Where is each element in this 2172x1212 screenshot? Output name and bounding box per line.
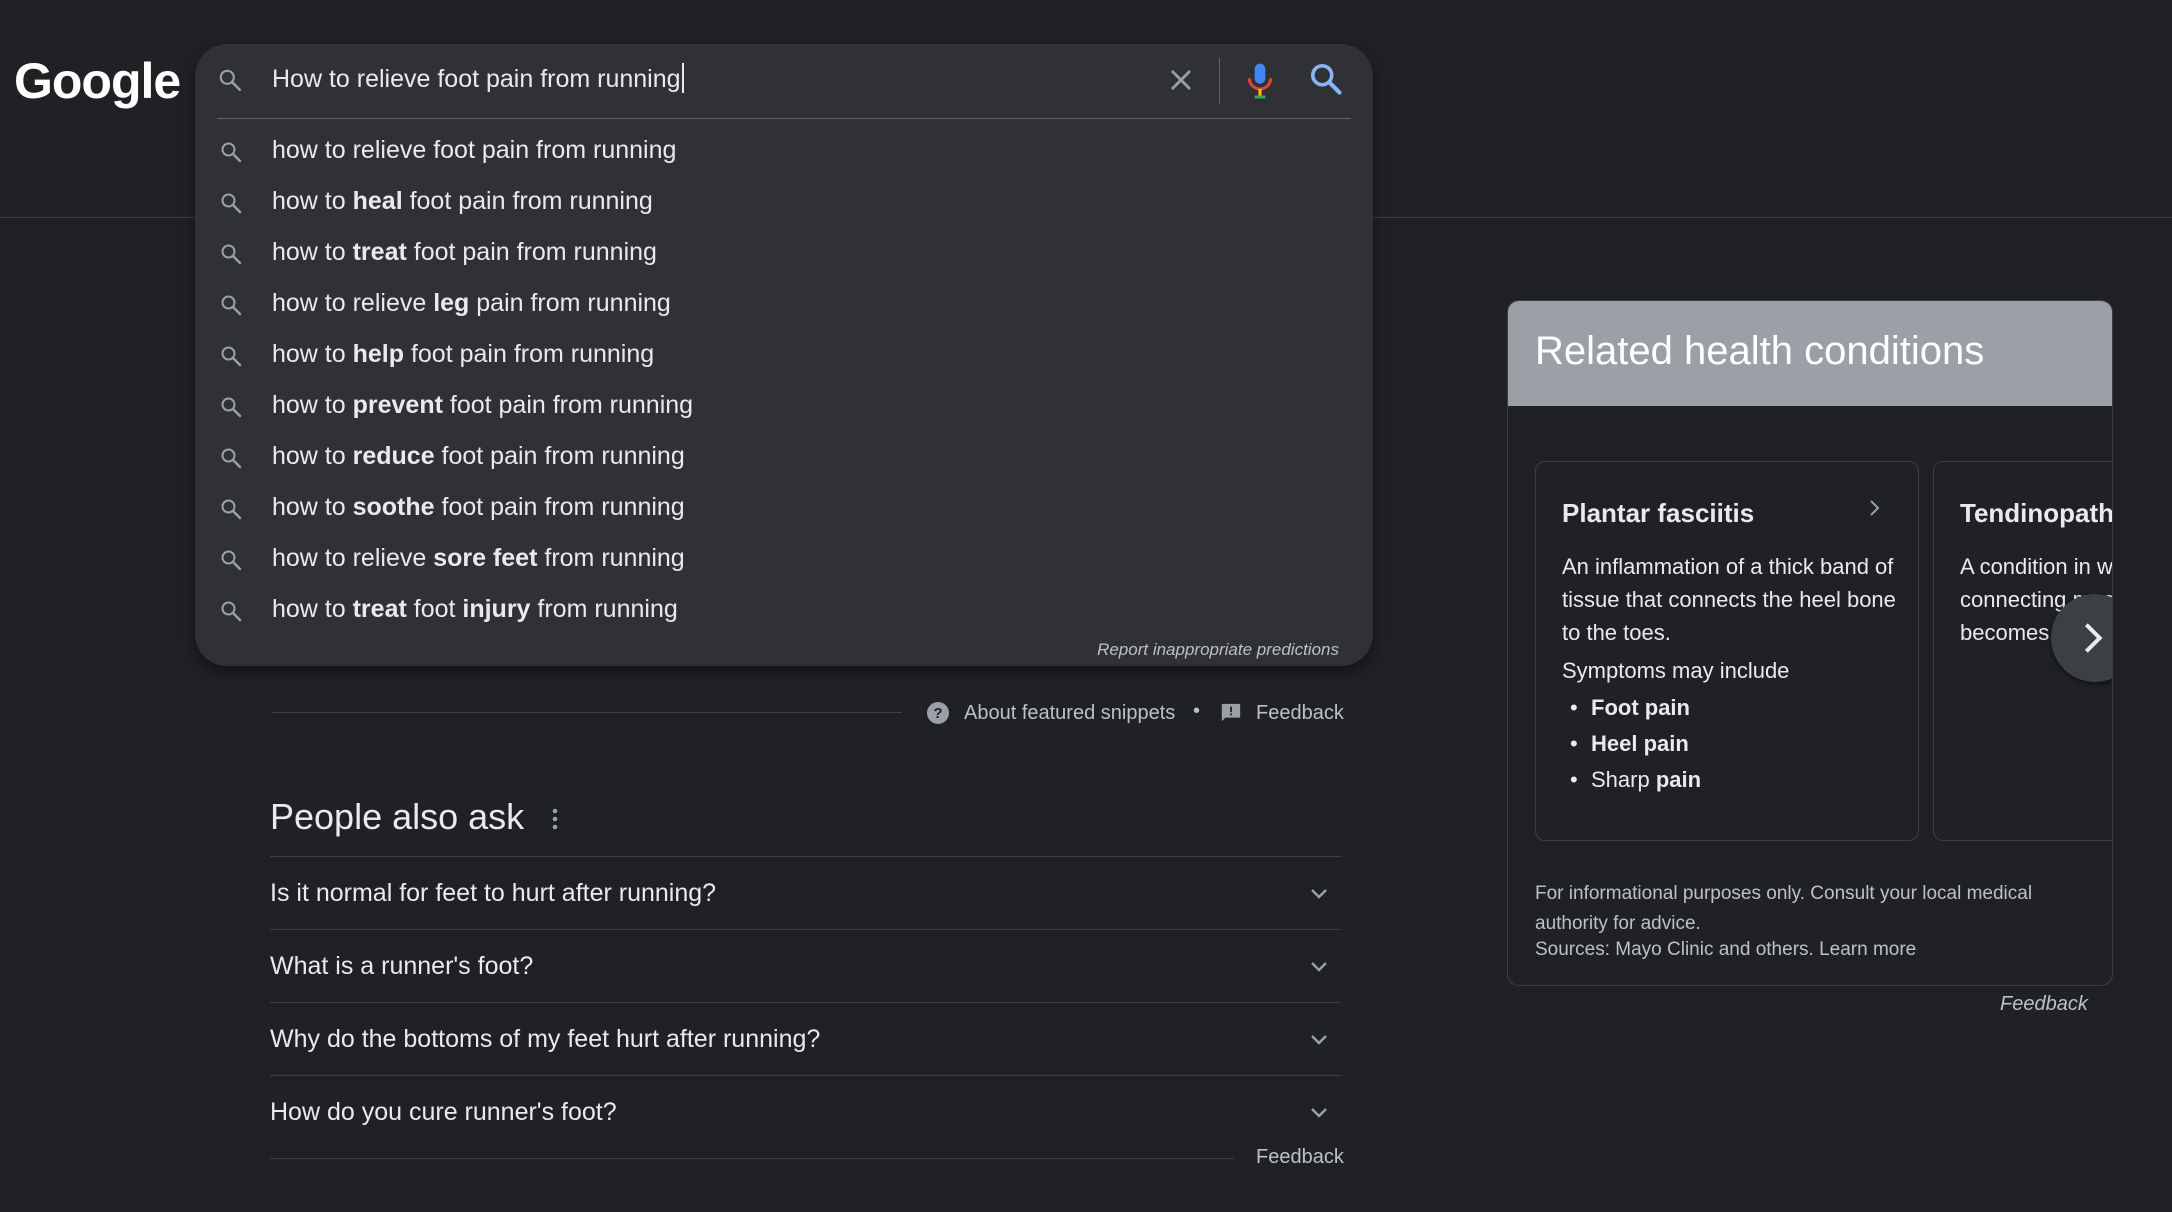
people-also-ask-list: Is it normal for feet to hurt after runn… bbox=[270, 856, 1341, 1148]
search-icon bbox=[1310, 63, 1342, 95]
suggestion-item[interactable]: how to relieve leg pain from running bbox=[195, 279, 1373, 330]
suggestion-item[interactable]: how to reduce foot pain from running bbox=[195, 432, 1373, 483]
people-also-ask-title: People also ask bbox=[270, 796, 525, 837]
search-icon bbox=[219, 191, 243, 220]
search-dropdown: How to relieve foot pain from running ho… bbox=[195, 44, 1373, 666]
microphone-icon bbox=[1247, 63, 1273, 99]
symptom-item: Foot pain bbox=[1562, 690, 1701, 726]
symptoms-label: Symptoms may include bbox=[1562, 658, 1790, 683]
suggestion-text: how to prevent foot pain from running bbox=[272, 391, 694, 419]
search-icon bbox=[219, 446, 243, 475]
suggestion-text: how to relieve leg pain from running bbox=[272, 289, 671, 317]
symptoms-list: Foot pain Heel pain Sharp pain bbox=[1562, 690, 1701, 798]
condition-name: Tendinopathy bbox=[1960, 498, 2113, 528]
suggestion-list: how to relieve foot pain from running ho… bbox=[195, 126, 1373, 636]
suggestion-item[interactable]: how to prevent foot pain from running bbox=[195, 381, 1373, 432]
search-box[interactable]: How to relieve foot pain from running bbox=[195, 44, 1373, 118]
snippet-feedback-button[interactable]: Feedback bbox=[1220, 699, 1344, 727]
chevron-down-icon bbox=[1307, 1100, 1331, 1129]
paa-question[interactable]: What is a runner's foot? bbox=[270, 929, 1341, 1002]
suggestion-item[interactable]: how to relieve foot pain from running bbox=[195, 126, 1373, 177]
search-query-text: How to relieve foot pain from running bbox=[272, 65, 681, 93]
search-box-separator bbox=[1219, 58, 1220, 104]
suggestion-text: how to relieve foot pain from running bbox=[272, 136, 677, 164]
suggestion-text: how to help foot pain from running bbox=[272, 340, 655, 368]
search-icon bbox=[219, 548, 243, 577]
related-health-conditions-panel: Related health conditions Plantar fascii… bbox=[1507, 300, 2113, 986]
search-icon bbox=[219, 497, 243, 526]
suggestion-item[interactable]: how to soothe foot pain from running bbox=[195, 483, 1373, 534]
paa-question-text: Is it normal for feet to hurt after runn… bbox=[270, 879, 717, 907]
search-icon bbox=[217, 67, 243, 98]
chevron-down-icon bbox=[1307, 1027, 1331, 1056]
paa-question[interactable]: Why do the bottoms of my feet hurt after… bbox=[270, 1002, 1341, 1075]
voice-search-button[interactable] bbox=[1244, 61, 1276, 101]
svg-text:?: ? bbox=[933, 705, 942, 722]
search-icon bbox=[219, 395, 243, 424]
about-snippets-label: About featured snippets bbox=[964, 701, 1176, 724]
condition-name: Plantar fasciitis bbox=[1562, 498, 1755, 528]
chevron-down-icon bbox=[1307, 954, 1331, 983]
chevron-down-icon bbox=[1307, 881, 1331, 910]
close-icon bbox=[1171, 70, 1191, 90]
paa-question-text: Why do the bottoms of my feet hurt after… bbox=[270, 1025, 821, 1053]
suggestion-item[interactable]: how to treat foot pain from running bbox=[195, 228, 1373, 279]
search-icon bbox=[219, 140, 243, 169]
symptom-item: Sharp pain bbox=[1562, 762, 1701, 798]
report-predictions-link[interactable]: Report inappropriate predictions bbox=[1097, 640, 1339, 660]
suggestion-text: how to treat foot injury from running bbox=[272, 595, 678, 623]
search-submit-button[interactable] bbox=[1308, 61, 1346, 101]
paa-question[interactable]: Is it normal for feet to hurt after runn… bbox=[270, 856, 1341, 929]
paa-question[interactable]: How do you cure runner's foot? bbox=[270, 1075, 1341, 1148]
health-panel-header: Related health conditions bbox=[1508, 301, 2112, 406]
suggestion-item[interactable]: how to help foot pain from running bbox=[195, 330, 1373, 381]
suggestion-text: how to soothe foot pain from running bbox=[272, 493, 685, 521]
health-feedback-link[interactable]: Feedback bbox=[2000, 993, 2088, 1016]
paa-question-text: How do you cure runner's foot? bbox=[270, 1098, 617, 1126]
search-icon bbox=[219, 599, 243, 628]
snippet-divider bbox=[271, 712, 902, 713]
google-logo[interactable]: Google bbox=[14, 52, 181, 110]
chevron-right-icon bbox=[2084, 623, 2103, 653]
search-underline bbox=[217, 118, 1351, 119]
chevron-right-icon bbox=[1868, 498, 1882, 523]
paa-divider bbox=[270, 1158, 1234, 1159]
separator-dot: • bbox=[1193, 700, 1201, 722]
condition-description: An inflammation of a thick band of tissu… bbox=[1562, 554, 1896, 645]
health-disclaimer: For informational purposes only. Consult… bbox=[1535, 883, 2033, 934]
suggestion-text: how to relieve sore feet from running bbox=[272, 544, 685, 572]
symptom-item: Heel pain bbox=[1562, 726, 1701, 762]
feedback-label: Feedback bbox=[1256, 701, 1344, 724]
paa-question-text: What is a runner's foot? bbox=[270, 952, 534, 980]
suggestion-text: how to heal foot pain from running bbox=[272, 187, 653, 215]
suggestion-text: how to reduce foot pain from running bbox=[272, 442, 685, 470]
condition-card-plantar-fasciitis[interactable]: Plantar fasciitis An inflammation of a t… bbox=[1535, 461, 1919, 841]
text-cursor bbox=[681, 63, 684, 93]
search-icon bbox=[219, 344, 243, 373]
health-panel-title: Related health conditions bbox=[1535, 329, 1985, 373]
suggestion-item[interactable]: how to treat foot injury from running bbox=[195, 585, 1373, 636]
paa-feedback-link[interactable]: Feedback bbox=[1256, 1146, 1344, 1169]
clear-button[interactable] bbox=[1163, 62, 1199, 98]
about-snippets-link[interactable]: ? About featured snippets bbox=[926, 699, 1175, 727]
suggestion-item[interactable]: how to heal foot pain from running bbox=[195, 177, 1373, 228]
suggestion-text: how to treat foot pain from running bbox=[272, 238, 657, 266]
search-input[interactable]: How to relieve foot pain from running bbox=[272, 63, 684, 94]
feedback-icon bbox=[1221, 703, 1241, 722]
search-icon bbox=[219, 293, 243, 322]
search-icon bbox=[219, 242, 243, 271]
suggestion-item[interactable]: how to relieve sore feet from running bbox=[195, 534, 1373, 585]
help-icon: ? bbox=[927, 702, 949, 724]
more-options-icon[interactable] bbox=[545, 806, 565, 832]
health-sources-link[interactable]: Sources: Mayo Clinic and others. Learn m… bbox=[1535, 939, 1916, 961]
